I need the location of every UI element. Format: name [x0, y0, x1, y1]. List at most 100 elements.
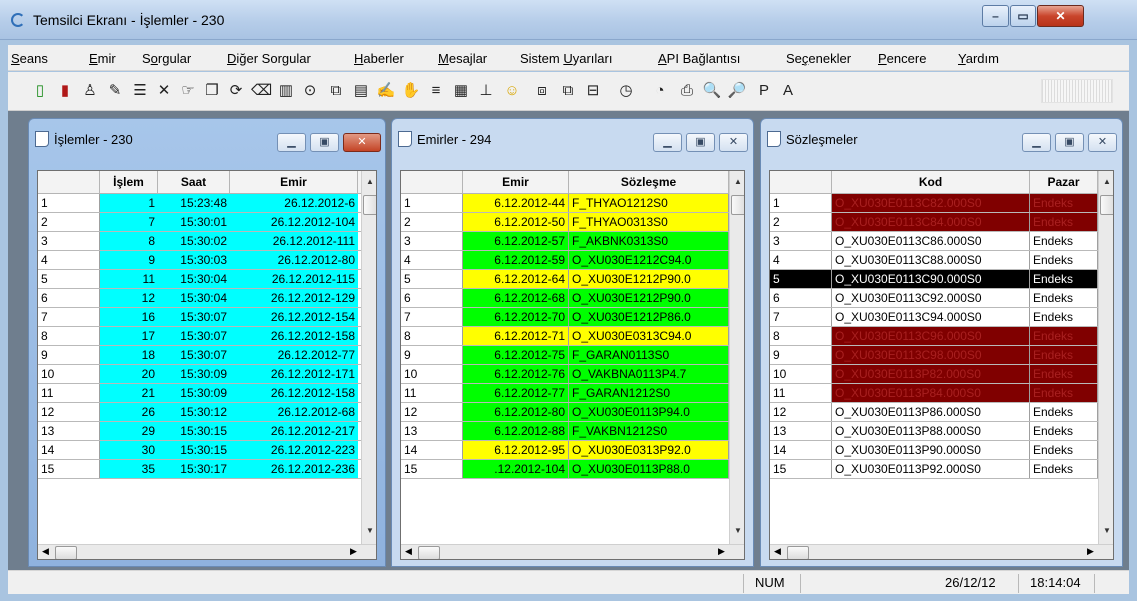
table-row[interactable]: 15 O_XU030E0113P92.000S0 Endeks [770, 460, 1098, 479]
table-row[interactable]: 6 12 15:30:04 26.12.2012-129 [38, 289, 361, 308]
table-row[interactable]: 13 29 15:30:15 26.12.2012-217 [38, 422, 361, 441]
pointer-icon[interactable]: ☞ [178, 81, 198, 101]
scroll-down-icon[interactable]: ▼ [1099, 523, 1113, 539]
table-row[interactable]: 5 6.12.2012-64 O_XU030E1212P90.0 [401, 270, 729, 289]
font-a-icon[interactable]: A [778, 81, 798, 101]
scroll-thumb[interactable] [363, 195, 376, 215]
table-row[interactable]: 11 21 15:30:09 26.12.2012-158 [38, 384, 361, 403]
scroll-down-icon[interactable]: ▼ [362, 523, 376, 539]
table-row[interactable]: 3 O_XU030E0113C86.000S0 Endeks [770, 232, 1098, 251]
table-row[interactable]: 10 6.12.2012-76 O_VAKBNA0113P4.7 [401, 365, 729, 384]
scroll-left-icon[interactable]: ◀ [774, 546, 781, 557]
menu-sistem-uyarıları[interactable]: Sistem Uyarıları [520, 51, 612, 66]
child-minimize-button[interactable]: ▁ [1022, 133, 1051, 152]
table-row[interactable]: 12 26 15:30:12 26.12.2012-68 [38, 403, 361, 422]
table-row[interactable]: 2 O_XU030E0113C84.000S0 Endeks [770, 213, 1098, 232]
table-row[interactable]: 3 8 15:30:02 26.12.2012-111 [38, 232, 361, 251]
column-header[interactable]: Emir [463, 171, 569, 193]
table-row[interactable]: 7 O_XU030E0113C94.000S0 Endeks [770, 308, 1098, 327]
smiley-icon[interactable]: ☺ [502, 81, 522, 101]
child-maximize-button[interactable]: ▣ [310, 133, 339, 152]
table-row[interactable]: 13 6.12.2012-88 F_VAKBN1212S0 [401, 422, 729, 441]
column-header[interactable] [38, 171, 100, 193]
cancel-icon[interactable]: ✕ [154, 81, 174, 101]
column-header[interactable] [401, 171, 463, 193]
table-row[interactable]: 5 11 15:30:04 26.12.2012-115 [38, 270, 361, 289]
vertical-scrollbar[interactable]: ▲ ▼ [1098, 171, 1113, 544]
hand-icon[interactable]: ✋ [401, 81, 421, 101]
scroll-thumb[interactable] [55, 546, 77, 559]
table-row[interactable]: 15 35 15:30:17 26.12.2012-236 [38, 460, 361, 479]
time-icon[interactable]: ◔ [650, 81, 670, 101]
import-icon[interactable]: ⧉ [558, 81, 578, 101]
table-row[interactable]: 8 6.12.2012-71 O_XU030E0313C94.0 [401, 327, 729, 346]
child-close-button[interactable]: ✕ [343, 133, 381, 152]
table-row[interactable]: 15.12.2012-104 O_XU030E0113P88.0 [401, 460, 729, 479]
doc-list-icon[interactable]: ▤ [351, 81, 371, 101]
table-row[interactable]: 9 O_XU030E0113C98.000S0 Endeks [770, 346, 1098, 365]
table-row[interactable]: 1 O_XU030E0113C82.000S0 Endeks [770, 194, 1098, 213]
menu-mesajlar[interactable]: Mesajlar [438, 51, 487, 66]
emirler-window[interactable]: Emirler - 294 ▁ ▣ ✕ Emir Sözleşme 1 6.12.2012-4… [391, 118, 754, 567]
horizontal-scrollbar[interactable]: ◀ ▶ [38, 544, 376, 559]
table-row[interactable]: 10 O_XU030E0113P82.000S0 Endeks [770, 365, 1098, 384]
scroll-left-icon[interactable]: ◀ [405, 546, 412, 557]
table-row[interactable]: 7 16 15:30:07 26.12.2012-154 [38, 308, 361, 327]
zoom-in-icon[interactable]: 🔎 [727, 81, 747, 101]
table-row[interactable]: 9 6.12.2012-75 F_GARAN0113S0 [401, 346, 729, 365]
column-header[interactable]: Emir [230, 171, 358, 193]
menu-diğer-sorgular[interactable]: Diğer Sorgular [227, 51, 311, 66]
table-row[interactable]: 4 9 15:30:03 26.12.2012-80 [38, 251, 361, 270]
column-header[interactable]: Pazar [1030, 171, 1098, 193]
table-row[interactable]: 11 O_XU030E0113P84.000S0 Endeks [770, 384, 1098, 403]
child-maximize-button[interactable]: ▣ [1055, 133, 1084, 152]
table-row[interactable]: 7 6.12.2012-70 O_XU030E1212P86.0 [401, 308, 729, 327]
column-header[interactable]: Sözleşme [569, 171, 729, 193]
menu-api-bağlantısı[interactable]: API Bağlantısı [658, 51, 740, 66]
table-row[interactable]: 2 6.12.2012-50 F_THYAO0313S0 [401, 213, 729, 232]
new-doc-icon[interactable]: ▯ [30, 81, 50, 101]
scroll-up-icon[interactable]: ▲ [730, 174, 744, 190]
clock-icon[interactable]: ◷ [616, 81, 636, 101]
book-icon[interactable]: ▥ [276, 81, 296, 101]
scroll-thumb[interactable] [787, 546, 809, 559]
menu-seçenekler[interactable]: Seçenekler [786, 51, 851, 66]
scroll-right-icon[interactable]: ▶ [718, 546, 725, 557]
sozlesmeler-window[interactable]: Sözleşmeler ▁ ▣ ✕ Kod Pazar 1 O_XU030E0113C82.0… [760, 118, 1123, 567]
child-minimize-button[interactable]: ▁ [653, 133, 682, 152]
scroll-right-icon[interactable]: ▶ [1087, 546, 1094, 557]
lock-icon[interactable]: ⊙ [300, 81, 320, 101]
minimize-button[interactable]: – [982, 5, 1009, 27]
eraser-icon[interactable]: ⌫ [251, 81, 272, 101]
table-row[interactable]: 14 30 15:30:15 26.12.2012-223 [38, 441, 361, 460]
child-close-button[interactable]: ✕ [719, 133, 748, 152]
doc-copy-icon[interactable]: ⧉ [326, 81, 346, 101]
print-icon[interactable]: ⎙ [677, 81, 697, 101]
table-row[interactable]: 4 6.12.2012-59 O_XU030E1212C94.0 [401, 251, 729, 270]
export-icon[interactable]: ⧈ [532, 81, 552, 101]
child-maximize-button[interactable]: ▣ [686, 133, 715, 152]
table-row[interactable]: 6 O_XU030E0113C92.000S0 Endeks [770, 289, 1098, 308]
table-row[interactable]: 14 6.12.2012-95 O_XU030E0313P92.0 [401, 441, 729, 460]
red-doc-icon[interactable]: ▮ [55, 81, 75, 101]
islemler-window[interactable]: İşlemler - 230 ▁ ▣ ✕ İşlem Saat Emir 1 1 15:23:48… [28, 118, 386, 567]
scroll-thumb[interactable] [1100, 195, 1113, 215]
menu-emir[interactable]: Emir [89, 51, 116, 66]
horizontal-scrollbar[interactable]: ◀ ▶ [770, 544, 1113, 559]
table-row[interactable]: 4 O_XU030E0113C88.000S0 Endeks [770, 251, 1098, 270]
scroll-down-icon[interactable]: ▼ [730, 523, 744, 539]
horizontal-scrollbar[interactable]: ◀ ▶ [401, 544, 744, 559]
table-row[interactable]: 1 6.12.2012-44 F_THYAO1212S0 [401, 194, 729, 213]
vertical-scrollbar[interactable]: ▲ ▼ [361, 171, 376, 544]
edit-icon[interactable]: ✎ [105, 81, 125, 101]
vertical-scrollbar[interactable]: ▲ ▼ [729, 171, 744, 544]
child-close-button[interactable]: ✕ [1088, 133, 1117, 152]
column-header[interactable] [770, 171, 832, 193]
columns-icon[interactable]: ▦ [451, 81, 471, 101]
table-row[interactable]: 11 6.12.2012-77 F_GARAN1212S0 [401, 384, 729, 403]
refresh-icon[interactable]: ⟳ [226, 81, 246, 101]
scroll-thumb[interactable] [418, 546, 440, 559]
table-row[interactable]: 13 O_XU030E0113P88.000S0 Endeks [770, 422, 1098, 441]
align-icon[interactable]: ≡ [426, 81, 446, 101]
scroll-left-icon[interactable]: ◀ [42, 546, 49, 557]
